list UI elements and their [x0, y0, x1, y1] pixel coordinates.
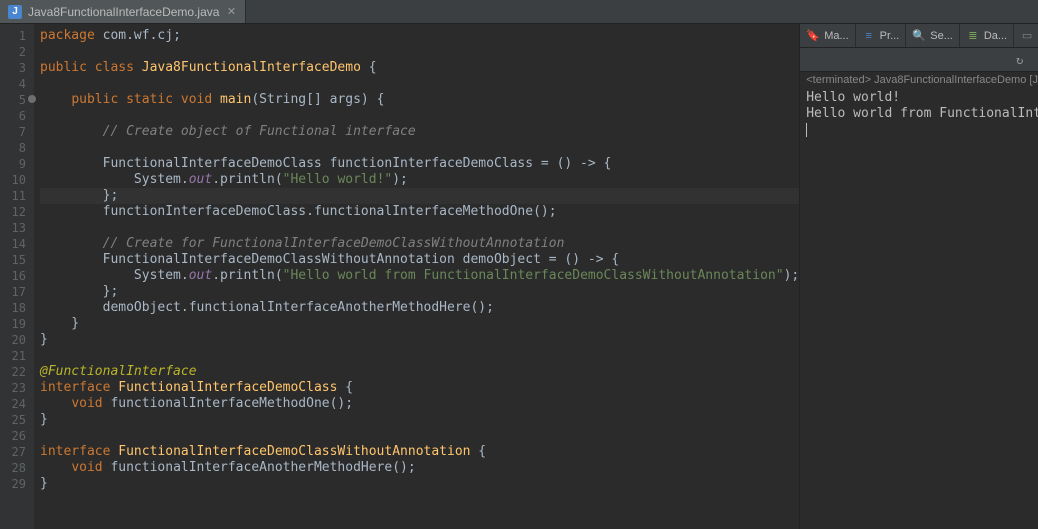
- editor-tab-active[interactable]: J Java8FunctionalInterfaceDemo.java ✕: [0, 0, 246, 23]
- view-tab-icon: ≣: [966, 29, 980, 43]
- code-line: [40, 140, 799, 156]
- line-number[interactable]: 2: [0, 44, 34, 60]
- line-number[interactable]: 10: [0, 172, 34, 188]
- line-number[interactable]: 11: [0, 188, 34, 204]
- code-line: // Create for FunctionalInterfaceDemoCla…: [40, 236, 799, 252]
- line-number[interactable]: 22: [0, 364, 34, 380]
- line-number[interactable]: 3: [0, 60, 34, 76]
- line-number[interactable]: 29: [0, 476, 34, 492]
- code-line: public class Java8FunctionalInterfaceDem…: [40, 60, 799, 76]
- code-line: }: [40, 316, 799, 332]
- main-split: 1234567891011121314151617181920212223242…: [0, 24, 1038, 529]
- line-number[interactable]: 9: [0, 156, 34, 172]
- code-line: package com.wf.cj;: [40, 28, 799, 44]
- code-line: [40, 348, 799, 364]
- editor-tab-title: Java8FunctionalInterfaceDemo.java: [28, 5, 219, 19]
- line-number[interactable]: 1: [0, 28, 34, 44]
- code-line: public static void main(String[] args) {: [40, 92, 799, 108]
- view-tab-icon: 🔖: [806, 29, 820, 43]
- close-icon[interactable]: ✕: [225, 6, 237, 18]
- code-area[interactable]: package com.wf.cj; public class Java8Fun…: [34, 24, 799, 529]
- code-line: };: [40, 188, 799, 204]
- right-pane: 🔖Ma...≡Pr...🔍Se...≣Da...▭Sn...▤Co...✕▶Pr…: [799, 24, 1038, 529]
- code-line: void functionalInterfaceAnotherMethodHer…: [40, 460, 799, 476]
- view-tab[interactable]: ≣ Da...: [960, 24, 1014, 47]
- line-number[interactable]: 28: [0, 460, 34, 476]
- line-number[interactable]: 14: [0, 236, 34, 252]
- console-line: Hello world from FunctionalInterfaceDemo…: [806, 106, 1038, 122]
- line-number[interactable]: 15: [0, 252, 34, 268]
- toolbar-button[interactable]: ↻: [1011, 51, 1029, 69]
- console-toolbar: ↻■✖✖⁺📄📑📋🔗🔗🖥▾📁▾: [800, 48, 1038, 72]
- line-number[interactable]: 5: [0, 92, 34, 108]
- line-number[interactable]: 6: [0, 108, 34, 124]
- caret-icon: [806, 123, 807, 137]
- code-line: @FunctionalInterface: [40, 364, 799, 380]
- editor-pane: 1234567891011121314151617181920212223242…: [0, 24, 799, 529]
- code-line: FunctionalInterfaceDemoClassWithoutAnnot…: [40, 252, 799, 268]
- code-line: interface FunctionalInterfaceDemoClassWi…: [40, 444, 799, 460]
- editor-tab-bar: J Java8FunctionalInterfaceDemo.java ✕: [0, 0, 1038, 24]
- view-tab-icon: ▭: [1020, 29, 1034, 43]
- code-line: }: [40, 332, 799, 348]
- java-file-icon: J: [8, 5, 22, 19]
- toolbar-button[interactable]: ■: [1035, 51, 1038, 69]
- code-line: // Create object of Functional interface: [40, 124, 799, 140]
- view-tab[interactable]: 🔖 Ma...: [800, 24, 855, 47]
- code-line: };: [40, 284, 799, 300]
- line-number[interactable]: 7: [0, 124, 34, 140]
- view-tab-label: Se...: [930, 30, 953, 42]
- view-tab[interactable]: 🔍 Se...: [906, 24, 960, 47]
- code-line: [40, 76, 799, 92]
- line-number[interactable]: 23: [0, 380, 34, 396]
- view-tab-icon: 🔍: [912, 29, 926, 43]
- code-line: [40, 220, 799, 236]
- view-tab[interactable]: ≡ Pr...: [856, 24, 907, 47]
- code-line: [40, 428, 799, 444]
- line-number[interactable]: 24: [0, 396, 34, 412]
- line-number[interactable]: 27: [0, 444, 34, 460]
- line-number[interactable]: 4: [0, 76, 34, 92]
- console-output[interactable]: Hello world!Hello world from FunctionalI…: [800, 88, 1038, 144]
- console-line: Hello world!: [806, 90, 1038, 106]
- code-line: [40, 44, 799, 60]
- console-status-line: <terminated> Java8FunctionalInterfaceDem…: [800, 72, 1038, 88]
- code-line: }: [40, 412, 799, 428]
- line-number[interactable]: 18: [0, 300, 34, 316]
- code-line: System.out.println("Hello world from Fun…: [40, 268, 799, 284]
- code-line: void functionalInterfaceMethodOne();: [40, 396, 799, 412]
- line-number[interactable]: 19: [0, 316, 34, 332]
- view-tab[interactable]: ▭Sn...: [1014, 24, 1038, 47]
- line-number[interactable]: 8: [0, 140, 34, 156]
- code-line: interface FunctionalInterfaceDemoClass {: [40, 380, 799, 396]
- view-tab-icon: ≡: [862, 29, 876, 43]
- console-caret-line: [806, 122, 1038, 138]
- code-line: System.out.println("Hello world!");: [40, 172, 799, 188]
- view-tab-label: Pr...: [880, 30, 900, 42]
- line-number[interactable]: 25: [0, 412, 34, 428]
- view-tab-label: Da...: [984, 30, 1007, 42]
- code-line: }: [40, 476, 799, 492]
- view-tab-label: Ma...: [824, 30, 848, 42]
- code-line: functionInterfaceDemoClass.functionalInt…: [40, 204, 799, 220]
- line-number[interactable]: 21: [0, 348, 34, 364]
- line-number[interactable]: 17: [0, 284, 34, 300]
- code-line: [40, 108, 799, 124]
- line-number[interactable]: 26: [0, 428, 34, 444]
- line-number[interactable]: 20: [0, 332, 34, 348]
- line-number[interactable]: 12: [0, 204, 34, 220]
- line-number-gutter: 1234567891011121314151617181920212223242…: [0, 24, 34, 529]
- code-line: FunctionalInterfaceDemoClass functionInt…: [40, 156, 799, 172]
- code-line: demoObject.functionalInterfaceAnotherMet…: [40, 300, 799, 316]
- line-number[interactable]: 16: [0, 268, 34, 284]
- line-number[interactable]: 13: [0, 220, 34, 236]
- view-tab-bar: 🔖Ma...≡Pr...🔍Se...≣Da...▭Sn...▤Co...✕▶Pr…: [800, 24, 1038, 48]
